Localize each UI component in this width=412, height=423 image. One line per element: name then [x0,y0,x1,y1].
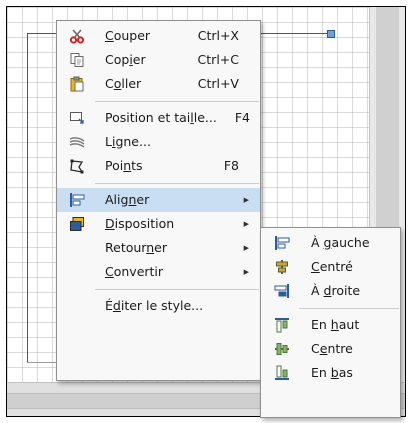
paste-icon [69,76,85,92]
submenu-item-label: À gauche [311,235,370,250]
align-bottom-icon [274,365,290,381]
menu-separator [95,183,259,184]
submenu-arrow-icon: ▶ [243,196,249,204]
menu-item-label: Disposition [105,216,175,231]
submenu-item-align-top[interactable]: En haut [261,313,400,337]
submenu-item-align-middle[interactable]: Centre [261,337,400,361]
context-menu: Couper Ctrl+X Copier Ctrl+C Coller Ctrl+… [56,20,261,381]
shortcut-label: F8 [223,158,239,173]
align-left-icon [274,235,290,251]
position-size-icon [69,110,85,126]
selection-handle[interactable] [327,30,335,38]
submenu-item-label: En bas [311,365,353,380]
submenu-arrow-icon: ▶ [243,268,249,276]
menu-item-copy[interactable]: Copier Ctrl+C [57,48,260,72]
menu-item-label: Copier [105,52,146,67]
submenu-item-align-bottom[interactable]: En bas [261,361,400,385]
submenu-separator [299,308,399,309]
menu-separator [95,101,259,102]
menu-item-cut[interactable]: Couper Ctrl+X [57,24,260,48]
menu-item-label: Ligne... [105,134,151,149]
points-icon [69,158,85,174]
menu-item-label: Aligner [105,192,150,207]
menu-item-flip[interactable]: Retourner ▶ [57,236,260,260]
shortcut-label: Ctrl+C [197,52,239,67]
submenu-item-align-left[interactable]: À gauche [261,231,400,255]
menu-item-position-size[interactable]: Position et taille... F4 [57,106,260,130]
shortcut-label: F4 [234,110,250,125]
shortcut-label: Ctrl+X [197,28,239,43]
arrange-icon [69,216,85,232]
align-top-icon [274,317,290,333]
menu-item-paste[interactable]: Coller Ctrl+V [57,72,260,96]
menu-item-label: Éditer le style... [105,298,204,313]
align-submenu: À gauche Centré À droite En haut Centre … [260,227,401,418]
menu-item-edit-style[interactable]: Éditer le style... [57,294,260,318]
submenu-arrow-icon: ▶ [243,244,249,252]
align-center-icon [274,259,290,275]
menu-item-points[interactable]: Points F8 [57,154,260,178]
submenu-item-label: En haut [311,317,360,332]
menu-item-label: Convertir [105,264,164,279]
menu-item-arrange[interactable]: Disposition ▶ [57,212,260,236]
submenu-item-align-center[interactable]: Centré [261,255,400,279]
shortcut-label: Ctrl+V [197,76,239,91]
align-middle-icon [274,341,290,357]
submenu-item-align-right[interactable]: À droite [261,279,400,303]
submenu-item-label: Centre [311,341,353,356]
page-border-left [27,33,28,363]
menu-separator [95,289,259,290]
menu-item-label: Couper [105,28,151,43]
submenu-arrow-icon: ▶ [243,220,249,228]
menu-item-convert[interactable]: Convertir ▶ [57,260,260,284]
align-icon [69,192,85,208]
scissors-icon [69,28,85,44]
menu-item-line[interactable]: Ligne... [57,130,260,154]
menu-item-label: Retourner [105,240,167,255]
menu-item-label: Position et taille... [105,110,217,125]
menu-item-align[interactable]: Aligner ▶ [57,188,260,212]
submenu-item-label: À droite [311,283,361,298]
menu-item-label: Points [105,158,143,173]
line-icon [69,134,85,150]
submenu-item-label: Centré [311,259,353,274]
align-right-icon [274,283,290,299]
copy-icon [69,52,85,68]
menu-item-label: Coller [105,76,142,91]
